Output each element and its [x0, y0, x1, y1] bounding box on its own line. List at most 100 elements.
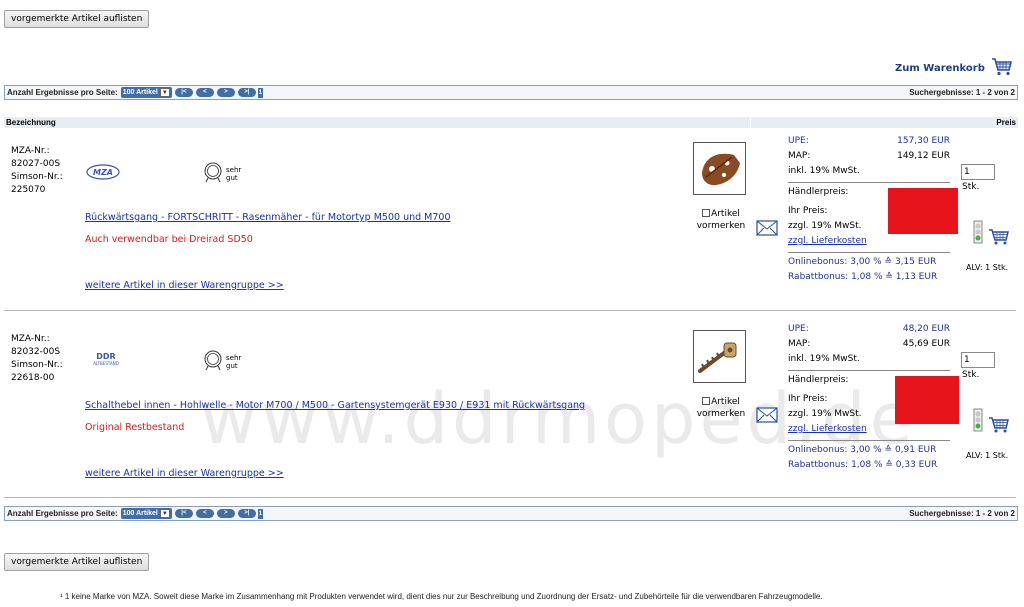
- per-page-select[interactable]: 100 Artikel ▼: [120, 87, 172, 98]
- column-price: Preis: [996, 118, 1016, 127]
- dealer-price-label: Händlerpreis:: [788, 375, 849, 385]
- list-marked-articles-button[interactable]: vorgemerkte Artikel auflisten: [4, 10, 150, 28]
- column-divider: [750, 117, 751, 128]
- page-number[interactable]: 1: [257, 87, 263, 98]
- upe-label: UPE:: [788, 136, 809, 146]
- memo-checkbox-box[interactable]: [702, 397, 711, 405]
- last-page-button[interactable]: >|: [237, 88, 256, 97]
- list-marked-articles-button-bottom[interactable]: vorgemerkte Artikel auflisten: [4, 553, 150, 571]
- article-note: Original Restbestand: [85, 422, 185, 433]
- more-in-group-link[interactable]: weitere Artikel in dieser Warengruppe >>: [85, 468, 284, 479]
- pager-top: Anzahl Ergebnisse pro Seite: 100 Artikel…: [4, 85, 1018, 100]
- add-to-cart-icon[interactable]: [988, 416, 1010, 437]
- memo-checkbox-box[interactable]: [702, 209, 711, 217]
- cart-link[interactable]: Zum Warenkorb: [895, 57, 1013, 80]
- rating-icon: [203, 161, 223, 186]
- per-page-label: Anzahl Ergebnisse pro Seite:: [7, 88, 118, 97]
- per-page-value: 100 Artikel: [122, 89, 158, 96]
- article-image[interactable]: [693, 142, 746, 195]
- svg-text:DDR: DDR: [96, 352, 115, 361]
- rating-text: sehr gut: [226, 165, 242, 182]
- per-page-label: Anzahl Ergebnisse pro Seite:: [7, 509, 118, 518]
- vat-incl: inkl. 19% MwSt.: [788, 354, 860, 364]
- vat-excl: zzgl. 19% MwSt.: [788, 409, 862, 419]
- rating-icon: [203, 349, 223, 374]
- simson-label: Simson-Nr.:: [11, 360, 63, 370]
- upe-value: 48,20 EUR: [902, 324, 950, 334]
- svg-text:MZA: MZA: [93, 168, 113, 177]
- article-image[interactable]: [693, 330, 746, 383]
- map-label: MAP:: [788, 151, 811, 161]
- article-note: Auch verwendbar bei Dreirad SD50: [85, 234, 253, 245]
- page-number[interactable]: 1: [257, 508, 263, 519]
- simson-label: Simson-Nr.:: [11, 172, 63, 182]
- vat-incl: inkl. 19% MwSt.: [788, 166, 860, 176]
- mza-label: MZA-Nr.:: [11, 334, 50, 344]
- discount-bonus: Rabattbonus: 1,08 % ≙ 1,13 EUR: [788, 272, 938, 282]
- rating-text: sehr gut: [226, 353, 242, 370]
- online-bonus: Onlinebonus: 3,00 % ≙ 0,91 EUR: [788, 445, 937, 455]
- price-divider: [788, 440, 950, 441]
- article-ids: MZA-Nr.: 82032-00S Simson-Nr.: 22618-00: [11, 333, 81, 385]
- traffic-light-icon: [973, 220, 983, 247]
- envelope-icon[interactable]: [756, 220, 778, 239]
- article-title-link[interactable]: Rückwärtsgang - FORTSCHRITT - Rasenmäher…: [85, 212, 451, 223]
- add-to-cart-icon[interactable]: [988, 228, 1010, 249]
- chevron-down-icon[interactable]: ▼: [159, 88, 170, 97]
- price-redaction: [888, 188, 958, 234]
- next-page-button[interactable]: >: [216, 509, 235, 518]
- simson-number: 225070: [11, 185, 46, 195]
- shopping-cart-icon[interactable]: [991, 57, 1013, 80]
- online-bonus: Onlinebonus: 3,00 % ≙ 3,15 EUR: [788, 257, 937, 267]
- next-page-button[interactable]: >: [216, 88, 235, 97]
- article-title-link[interactable]: Schalthebel innen - Hohlwelle - Motor M7…: [85, 400, 585, 411]
- article-row: MZA-Nr.: 82032-00S Simson-Nr.: 22618-00 …: [0, 324, 1024, 513]
- map-value: 149,12 EUR: [897, 151, 950, 161]
- more-in-group-link[interactable]: weitere Artikel in dieser Warengruppe >>: [85, 280, 284, 291]
- vat-excl: zzgl. 19% MwSt.: [788, 221, 862, 231]
- price-divider: [788, 370, 950, 371]
- per-page-value: 100 Artikel: [122, 510, 158, 517]
- dealer-price-label: Händlerpreis:: [788, 187, 849, 197]
- table-header: Bezeichnung Preis: [4, 117, 1018, 128]
- quantity-input[interactable]: 1: [961, 164, 995, 180]
- price-divider: [788, 252, 950, 253]
- pager-bottom: Anzahl Ergebnisse pro Seite: 100 Artikel…: [4, 506, 1018, 521]
- first-page-button[interactable]: |<: [174, 509, 193, 518]
- simson-number: 22618-00: [11, 373, 55, 383]
- column-name: Bezeichnung: [6, 118, 56, 127]
- upe-value: 157,30 EUR: [897, 136, 950, 146]
- trademark-footnote: ¹ 1 keine Marke von MZA. Soweit diese Ma…: [60, 592, 823, 601]
- rating-badge: sehr gut: [203, 161, 248, 186]
- alv-stock: ALV: 1 Stk.: [966, 451, 1009, 460]
- memo-checkbox[interactable]: Artikel vormerken: [693, 208, 749, 232]
- quantity-input[interactable]: 1: [961, 352, 995, 368]
- prev-page-button[interactable]: <: [195, 509, 214, 518]
- memo-checkbox[interactable]: Artikel vormerken: [693, 396, 749, 420]
- your-price-label: Ihr Preis:: [788, 206, 828, 216]
- mza-label: MZA-Nr.:: [11, 146, 50, 156]
- results-count: Suchergebnisse: 1 - 2 von 2: [909, 88, 1015, 97]
- shipping-link[interactable]: zzgl. Lieferkosten: [788, 422, 867, 437]
- your-price-label: Ihr Preis:: [788, 394, 828, 404]
- article-row: MZA-Nr.: 82027-00S Simson-Nr.: 225070 MZ…: [0, 136, 1024, 325]
- rating-badge: sehr gut: [203, 349, 248, 374]
- price-divider: [788, 182, 950, 183]
- map-label: MAP:: [788, 339, 811, 349]
- discount-bonus: Rabattbonus: 1,08 % ≙ 0,33 EUR: [788, 460, 938, 470]
- upe-label: UPE:: [788, 324, 809, 334]
- envelope-icon[interactable]: [756, 407, 778, 426]
- row-divider: [4, 497, 1016, 498]
- results-count: Suchergebnisse: 1 - 2 von 2: [909, 509, 1015, 518]
- chevron-down-icon[interactable]: ▼: [159, 509, 170, 518]
- last-page-button[interactable]: >|: [237, 509, 256, 518]
- per-page-select[interactable]: 100 Artikel ▼: [120, 508, 172, 519]
- first-page-button[interactable]: |<: [174, 88, 193, 97]
- alv-stock: ALV: 1 Stk.: [966, 263, 1009, 272]
- map-value: 45,69 EUR: [902, 339, 950, 349]
- prev-page-button[interactable]: <: [195, 88, 214, 97]
- cart-link-label[interactable]: Zum Warenkorb: [895, 63, 985, 74]
- shipping-link[interactable]: zzgl. Lieferkosten: [788, 234, 867, 249]
- article-ids: MZA-Nr.: 82027-00S Simson-Nr.: 225070: [11, 145, 81, 197]
- row-divider: [4, 310, 1016, 311]
